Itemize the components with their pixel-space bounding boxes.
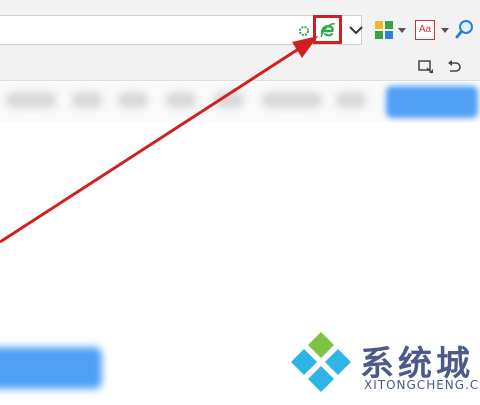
screenshot-icon[interactable] — [418, 59, 434, 75]
blurred-nav-item — [166, 92, 196, 108]
watermark-logo — [291, 332, 351, 392]
blurred-nav-item — [214, 92, 244, 108]
blurred-nav-item — [336, 92, 366, 108]
blurred-login-button[interactable] — [386, 86, 478, 118]
blurred-nav-item — [72, 92, 102, 108]
ie-compat-highlight — [313, 15, 342, 44]
ie-compat-mode-icon[interactable] — [319, 21, 337, 39]
apps-grid-icon[interactable] — [374, 20, 394, 40]
translate-icon[interactable]: Aa — [415, 20, 435, 40]
chevron-down-icon[interactable] — [348, 24, 364, 36]
undo-icon[interactable] — [446, 59, 462, 75]
watermark-domain: XITONGCHENG.COM — [364, 378, 480, 392]
blurred-nav-item — [118, 92, 148, 108]
apps-dropdown-icon[interactable] — [398, 28, 406, 33]
blurred-action-button[interactable] — [0, 347, 102, 389]
magnifier-icon[interactable] — [455, 19, 475, 39]
secondary-toolbar — [0, 56, 480, 81]
refresh-gear-icon[interactable] — [298, 25, 310, 37]
blurred-nav-item — [6, 92, 56, 108]
browser-toolbar: Aa — [0, 0, 480, 56]
blurred-nav-item — [262, 92, 322, 108]
translate-dropdown-icon[interactable] — [441, 28, 449, 33]
